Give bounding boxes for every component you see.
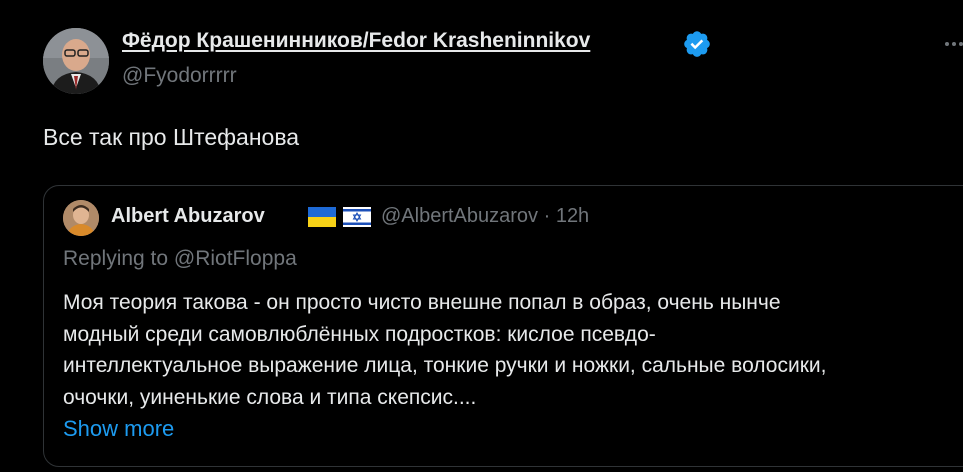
- more-options-icon[interactable]: [943, 36, 963, 52]
- author-name[interactable]: Фёдор Крашенинников/Fedor Krasheninnikov: [122, 29, 590, 53]
- quoted-author-name[interactable]: Albert Abuzarov: [111, 205, 265, 228]
- author-handle[interactable]: @Fyodorrrrr: [122, 64, 237, 88]
- quoted-text-line: интеллектуальное выражение лица, тонкие …: [63, 354, 827, 377]
- quoted-tweet[interactable]: Albert Abuzarov @AlbertAbuzarov · 12h Re…: [43, 185, 963, 467]
- quoted-text-line: модный среди самовлюблённых подростков: …: [63, 322, 656, 346]
- quoted-avatar[interactable]: [63, 200, 99, 236]
- verified-badge-icon[interactable]: [682, 29, 712, 59]
- tweet-text: Все так про Штефанова: [43, 124, 300, 150]
- quoted-text: Моя теория такова - он просто чисто внеш…: [63, 287, 963, 413]
- quoted-text-line: очочки, уиненькие слова и типа скепсис..…: [63, 385, 477, 409]
- ukraine-flag-icon: [308, 207, 336, 227]
- quoted-text-line: Моя теория такова - он просто чисто внеш…: [63, 291, 781, 314]
- author-avatar[interactable]: [43, 28, 109, 94]
- tweet: Фёдор Крашенинников/Fedor Krasheninnikov…: [0, 0, 963, 472]
- replying-to[interactable]: Replying to @RiotFloppa: [63, 247, 297, 271]
- israel-flag-icon: [343, 207, 371, 227]
- quoted-handle-time[interactable]: @AlbertAbuzarov · 12h: [381, 205, 589, 228]
- show-more-link[interactable]: Show more: [63, 416, 174, 442]
